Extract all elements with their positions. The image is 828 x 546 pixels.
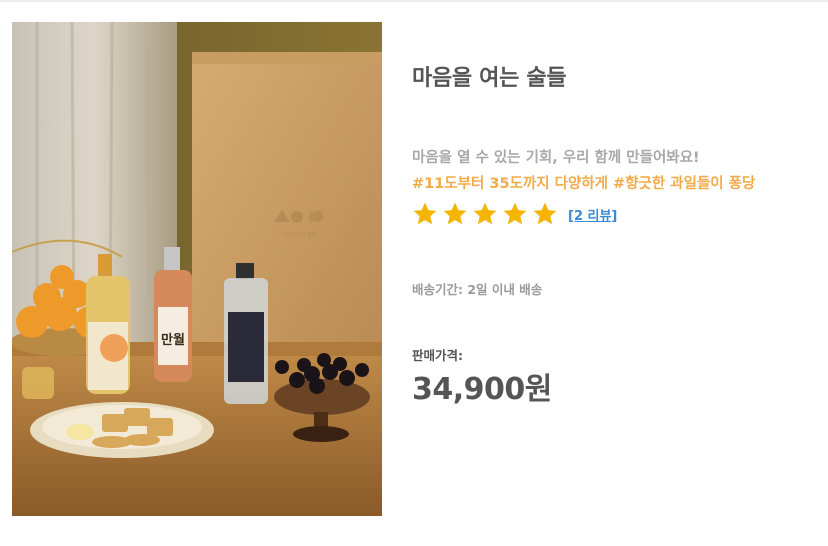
shipping-info: 배송기간: 2일 이내 배송 xyxy=(412,282,543,297)
bottle-label-text: 만월 xyxy=(161,332,185,348)
box-logo-text: 마음을 여는 술들 xyxy=(281,231,317,238)
star-icon xyxy=(502,201,528,227)
star-icon xyxy=(412,201,438,227)
star-icon xyxy=(472,201,498,227)
star-rating xyxy=(412,201,558,227)
product-price: 34,900원 xyxy=(412,372,552,407)
star-icon xyxy=(442,201,468,227)
product-title: 마음을 여는 술들 xyxy=(412,66,567,91)
product-hashtags: #11도부터 35도까지 다양하게 #향긋한 과일들이 퐁당 xyxy=(412,176,756,192)
price-label: 판매가격: xyxy=(412,348,463,363)
star-icon xyxy=(532,201,558,227)
review-count-link[interactable]: [2 리뷰] xyxy=(568,205,617,224)
product-subtitle: 마음을 열 수 있는 기회, 우리 함께 만들어봐요! xyxy=(412,150,700,166)
top-divider xyxy=(0,0,828,2)
rating: [2 리뷰] xyxy=(412,199,617,229)
box-logo-icon xyxy=(274,210,324,223)
product-image[interactable]: 마음을 여는 술들 만월 xyxy=(12,22,382,516)
